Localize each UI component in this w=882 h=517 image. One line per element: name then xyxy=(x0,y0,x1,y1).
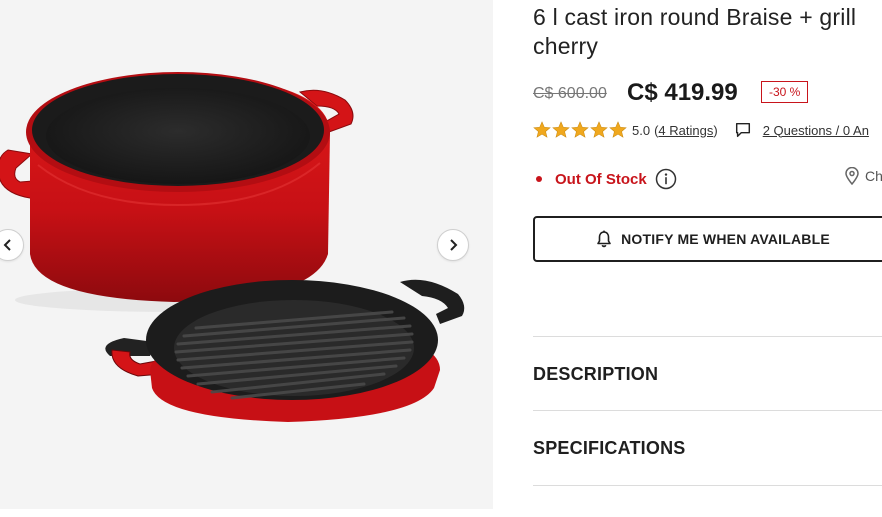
product-title-line1: 6 l cast iron round Braise + grill xyxy=(533,4,857,30)
stock-status: Out Of Stock xyxy=(555,170,647,188)
product-gallery xyxy=(0,0,493,509)
star-rating xyxy=(533,121,627,139)
notify-me-label: NOTIFY ME WHEN AVAILABLE xyxy=(621,231,830,247)
ratings-link[interactable]: (4 Ratings) xyxy=(654,123,718,138)
star-icon xyxy=(552,121,570,138)
questions-link[interactable]: 2 Questions / 0 An xyxy=(763,123,869,138)
stock-status-row: Out Of Stock xyxy=(533,168,677,190)
rating-value: 5.0 xyxy=(632,122,651,138)
star-icon xyxy=(571,121,589,138)
next-image-button[interactable] xyxy=(437,229,469,261)
product-title-line2: cherry xyxy=(533,33,599,59)
store-location[interactable]: Ch xyxy=(845,167,882,185)
chevron-right-icon xyxy=(450,239,458,251)
speech-bubble-icon xyxy=(735,122,750,138)
specifications-heading: SPECIFICATIONS xyxy=(533,437,686,458)
product-image xyxy=(0,72,465,422)
product-info-panel: 6 l cast iron round Braise + grill cherr… xyxy=(533,0,882,517)
discount-badge: -30 % xyxy=(761,81,809,103)
star-icon xyxy=(533,121,551,138)
bell-icon xyxy=(597,230,611,248)
map-pin-icon xyxy=(845,167,859,185)
star-icon xyxy=(590,121,608,138)
notify-me-button[interactable]: NOTIFY ME WHEN AVAILABLE xyxy=(533,216,882,262)
description-accordion[interactable]: DESCRIPTION xyxy=(533,337,882,411)
info-icon[interactable] xyxy=(655,168,677,190)
stock-status-dot xyxy=(536,176,542,182)
divider xyxy=(533,485,882,486)
rating-row: 5.0 (4 Ratings) 2 Questions / 0 An xyxy=(533,120,869,140)
specifications-accordion[interactable]: SPECIFICATIONS xyxy=(533,411,882,485)
sale-price: C$ 419.99 xyxy=(627,79,738,106)
ratings-link-label[interactable]: 4 Ratings xyxy=(658,123,713,138)
original-price: C$ 600.00 xyxy=(533,85,607,102)
description-heading: DESCRIPTION xyxy=(533,363,659,384)
chevron-left-icon xyxy=(3,239,11,251)
product-title: 6 l cast iron round Braise + grill cherr… xyxy=(533,3,882,61)
store-location-label: Ch xyxy=(865,168,882,184)
star-icon xyxy=(609,121,627,138)
